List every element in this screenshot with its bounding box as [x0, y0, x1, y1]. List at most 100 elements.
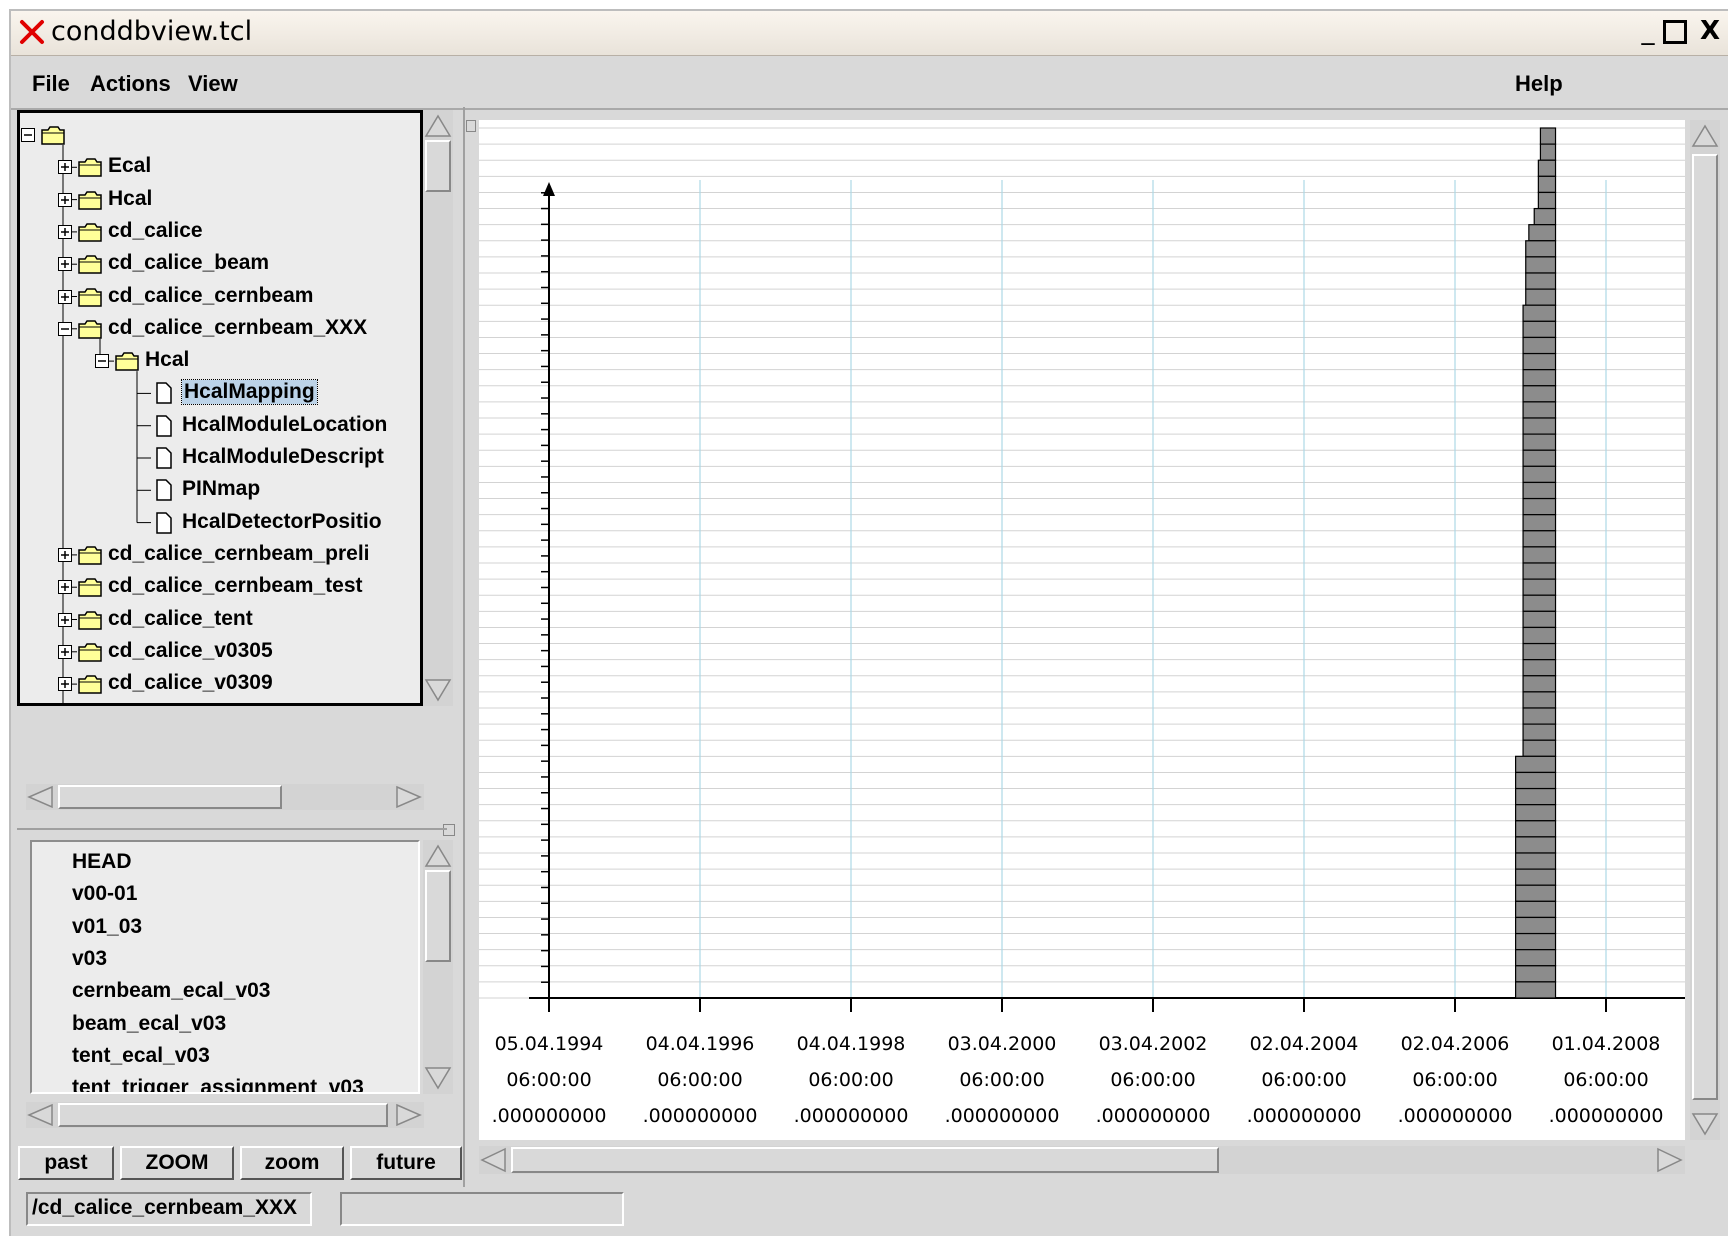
- tree-file-node[interactable]: HcalMapping: [20, 379, 420, 407]
- minimize-button[interactable]: _: [1633, 17, 1663, 47]
- vertical-pane-divider[interactable]: [463, 107, 465, 1187]
- validity-interval-bar[interactable]: [1522, 369, 1557, 387]
- menu-view[interactable]: View: [188, 71, 238, 97]
- expand-plus-icon[interactable]: [58, 192, 72, 207]
- tree-horizontal-scrollbar[interactable]: [26, 784, 424, 810]
- tag-list-item[interactable]: tent_trigger_assignment_v03: [72, 1076, 364, 1092]
- validity-interval-bar[interactable]: [1522, 385, 1557, 403]
- validity-interval-bar[interactable]: [1522, 320, 1557, 339]
- tree-folder-node[interactable]: cd_calice_cernbeam_preli: [20, 541, 420, 569]
- validity-interval-bar[interactable]: [1522, 497, 1557, 516]
- tags-scroll-left-arrow-icon[interactable]: [26, 1102, 56, 1128]
- validity-interval-bar[interactable]: [1528, 224, 1557, 242]
- timeline-plot[interactable]: 05.04.1994 06:00:00 .000000000 04.04.1996 06…: [479, 120, 1685, 1140]
- title-bar[interactable]: conddbview.tcl _ X: [11, 11, 1728, 56]
- expand-plus-icon[interactable]: [58, 224, 72, 239]
- validity-interval-bar[interactable]: [1533, 207, 1557, 226]
- plot-hscroll-thumb[interactable]: [511, 1147, 1219, 1173]
- tag-list-item[interactable]: beam_ecal_v03: [72, 1012, 226, 1036]
- tags-scroll-down-arrow-icon[interactable]: [423, 1064, 453, 1092]
- validity-interval-bar[interactable]: [1525, 272, 1557, 290]
- validity-interval-bar[interactable]: [1515, 755, 1557, 774]
- validity-interval-bar[interactable]: [1522, 401, 1557, 419]
- validity-interval-bar[interactable]: [1515, 884, 1557, 902]
- expand-plus-icon[interactable]: [58, 547, 72, 562]
- scroll-left-arrow-icon[interactable]: [26, 784, 56, 810]
- timeline-chart[interactable]: 05.04.1994 06:00:00 .000000000 04.04.1996 06…: [479, 120, 1685, 1140]
- maximize-button[interactable]: [1663, 20, 1687, 44]
- tag-list-item[interactable]: v01_03: [72, 915, 142, 939]
- tags-horizontal-scrollbar[interactable]: [26, 1102, 424, 1128]
- menu-file[interactable]: File: [32, 71, 70, 97]
- expand-plus-icon[interactable]: [58, 160, 72, 175]
- expand-plus-icon[interactable]: [58, 257, 72, 272]
- tag-list-item[interactable]: v03: [72, 947, 107, 971]
- validity-interval-bar[interactable]: [1522, 546, 1557, 564]
- validity-interval-bar[interactable]: [1515, 852, 1557, 870]
- validity-interval-bar[interactable]: [1515, 949, 1557, 967]
- validity-interval-bar[interactable]: [1537, 159, 1557, 177]
- tag-list-item[interactable]: cernbeam_ecal_v03: [72, 979, 271, 1003]
- tags-scroll-up-arrow-icon[interactable]: [423, 842, 453, 870]
- tags-vertical-scrollbar[interactable]: [423, 840, 453, 1094]
- expand-plus-icon[interactable]: [58, 677, 72, 692]
- expand-plus-icon[interactable]: [58, 612, 72, 627]
- close-button[interactable]: X: [1695, 17, 1725, 47]
- validity-interval-bar[interactable]: [1522, 594, 1557, 612]
- validity-interval-bar[interactable]: [1515, 836, 1557, 854]
- tree-hscroll-thumb[interactable]: [58, 785, 282, 809]
- tree-vertical-scrollbar[interactable]: [423, 110, 453, 706]
- expand-plus-icon[interactable]: [58, 644, 72, 659]
- validity-interval-bar[interactable]: [1522, 449, 1557, 467]
- validity-interval-bar[interactable]: [1522, 417, 1557, 435]
- validity-interval-bar[interactable]: [1522, 707, 1557, 725]
- validity-interval-bar[interactable]: [1522, 659, 1557, 677]
- validity-interval-bar[interactable]: [1537, 191, 1557, 210]
- tree-view[interactable]: Ecal Hcal cd_calice cd_calice_beam cd_calice…: [17, 110, 423, 706]
- tree-folder-node[interactable]: Ecal: [20, 153, 420, 181]
- tree-folder-node[interactable]: cd_calice_cernbeam_test: [20, 573, 420, 601]
- tag-list[interactable]: HEAD v00-01 v01_03 v03 cernbeam_ecal_v03 beam…: [30, 840, 420, 1094]
- tree-folder-node[interactable]: cd_calice_v0310_beam: [20, 702, 420, 703]
- validity-interval-bar[interactable]: [1522, 481, 1557, 500]
- tag-list-item[interactable]: HEAD: [72, 850, 132, 874]
- scroll-up-arrow-icon[interactable]: [423, 112, 453, 140]
- tree-folder-node[interactable]: cd_calice_cernbeam_XXX: [20, 315, 420, 343]
- validity-interval-bar[interactable]: [1522, 739, 1557, 757]
- tree-folder-node[interactable]: Hcal: [20, 347, 420, 375]
- validity-interval-bar[interactable]: [1515, 787, 1557, 806]
- validity-interval-bar[interactable]: [1522, 530, 1557, 548]
- zoom-in-big-button[interactable]: ZOOM: [120, 1146, 234, 1180]
- tree-folder-node[interactable]: cd_calice_beam: [20, 250, 420, 278]
- validity-interval-bar[interactable]: [1522, 514, 1557, 532]
- validity-interval-bar[interactable]: [1525, 240, 1557, 258]
- past-button[interactable]: past: [18, 1146, 114, 1180]
- validity-interval-bar[interactable]: [1522, 626, 1557, 645]
- validity-interval-bar[interactable]: [1525, 288, 1557, 306]
- tags-hscroll-thumb[interactable]: [58, 1103, 388, 1127]
- validity-interval-bar[interactable]: [1515, 932, 1557, 951]
- validity-interval-bar[interactable]: [1522, 723, 1557, 741]
- plot-scroll-right-arrow-icon[interactable]: [1655, 1146, 1685, 1174]
- plot-scroll-down-arrow-icon[interactable]: [1690, 1110, 1720, 1138]
- validity-interval-bar[interactable]: [1515, 868, 1557, 886]
- tree-folder-node[interactable]: cd_calice_v0305: [20, 638, 420, 666]
- validity-interval-bar[interactable]: [1515, 916, 1557, 935]
- tree-folder-node[interactable]: cd_calice_v0309: [20, 670, 420, 698]
- expand-plus-icon[interactable]: [58, 580, 72, 595]
- scroll-down-arrow-icon[interactable]: [423, 676, 453, 704]
- tree-folder-node[interactable]: cd_calice_cernbeam: [20, 283, 420, 311]
- validity-interval-bar[interactable]: [1515, 771, 1557, 790]
- scroll-right-arrow-icon[interactable]: [394, 784, 424, 810]
- collapse-minus-icon[interactable]: [95, 354, 109, 369]
- collapse-minus-icon[interactable]: [58, 321, 72, 336]
- expand-plus-icon[interactable]: [58, 289, 72, 304]
- zoom-button[interactable]: zoom: [240, 1146, 344, 1180]
- validity-interval-bar[interactable]: [1537, 175, 1557, 194]
- validity-interval-bar[interactable]: [1515, 900, 1557, 919]
- tags-scroll-right-arrow-icon[interactable]: [394, 1102, 424, 1128]
- validity-interval-bar[interactable]: [1522, 465, 1557, 484]
- validity-interval-bar[interactable]: [1522, 304, 1557, 322]
- validity-interval-bar[interactable]: [1522, 610, 1557, 629]
- validity-interval-bar[interactable]: [1515, 965, 1557, 983]
